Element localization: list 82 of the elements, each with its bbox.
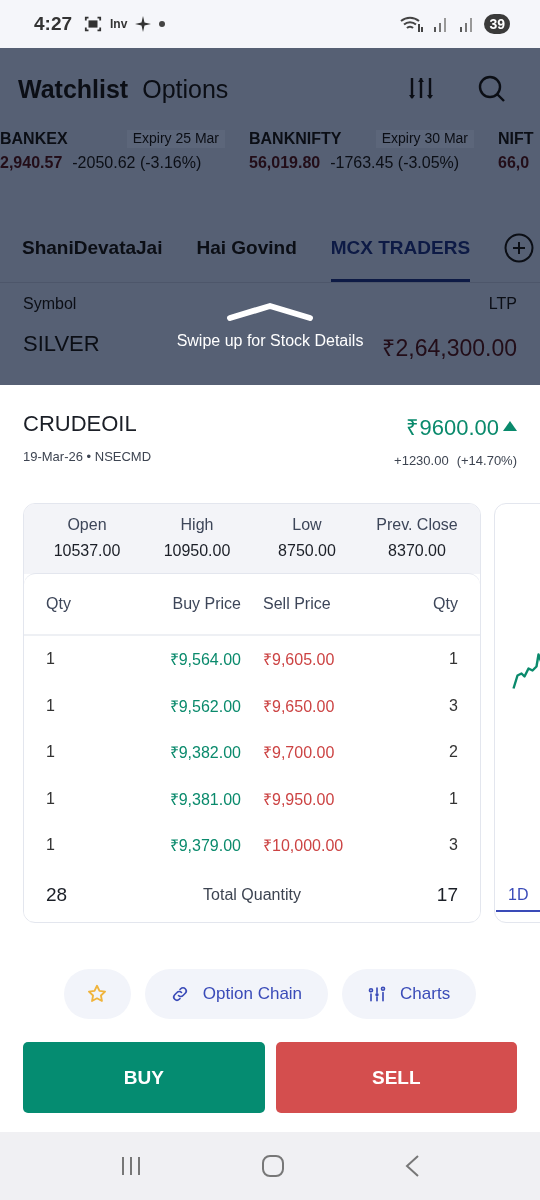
wifi-icon (400, 15, 425, 33)
sell-price: ₹10,000.00 (263, 836, 345, 857)
expiry-exchange: 19-Mar-26 • NSECMD (23, 449, 152, 464)
expiry-label: Expiry 25 Mar (126, 130, 225, 148)
app-notification: Inv (110, 17, 128, 31)
swipe-hint: Swipe up for Stock Details (176, 332, 364, 350)
table-cell-text: 1 (46, 836, 56, 855)
ticker-price: 2,940.57 (0, 154, 63, 172)
stat-value: 10537.00 (53, 542, 121, 560)
sparkle-icon (135, 16, 152, 32)
buy-price: ₹9,564.00 (168, 650, 241, 671)
column-header: Sell Price (263, 595, 332, 613)
buy-price: ₹9,382.00 (168, 743, 241, 764)
column-header: Qty (432, 595, 458, 613)
recents-icon[interactable] (119, 1155, 142, 1177)
last-price: ₹2,64,300.00 (382, 334, 517, 363)
header-tab[interactable]: Watchlist (18, 74, 129, 104)
table-cell-text: 3 (448, 696, 458, 715)
total-label: Total Quantity (202, 885, 302, 904)
stat-label: Prev. Close (376, 516, 458, 534)
search-icon[interactable] (478, 75, 506, 103)
ticker-price: 66,0 (498, 154, 530, 172)
stat-value: 8750.00 (278, 542, 336, 560)
star-icon (86, 983, 109, 1005)
chevron-up-icon (226, 302, 314, 322)
table-cell-text: 3 (448, 836, 458, 855)
percent-change: (+14.70%) (456, 453, 517, 468)
option-chain-button[interactable]: Option Chain (144, 969, 329, 1019)
battery-level: 39 (484, 14, 510, 34)
total-buy-qty: 28 (46, 883, 69, 906)
list-tab[interactable]: Hai Govind (196, 214, 297, 282)
sliders-icon (368, 985, 387, 1003)
current-price: ₹9600.00 (406, 414, 499, 441)
instrument-name: CRUDEOIL (23, 411, 138, 437)
column-header: Buy Price (171, 595, 241, 613)
column-header: LTP (488, 295, 517, 313)
sell-price: ₹9,605.00 (263, 650, 336, 671)
list-tab[interactable]: ShaniDevataJai (22, 214, 163, 282)
column-header: Qty (46, 595, 72, 613)
add-icon[interactable] (504, 233, 535, 263)
ticker-change: -2050.62 (-3.16%) (72, 154, 202, 172)
table-cell-text: 2 (448, 743, 458, 762)
charts-button[interactable]: Charts (342, 969, 477, 1019)
buy-price: ₹9,562.00 (168, 696, 241, 717)
column-header: Symbol (23, 295, 77, 313)
table-cell-text: 1 (46, 696, 56, 715)
total-sell-qty: 17 (435, 883, 458, 906)
stat-value: 10950.00 (163, 542, 231, 560)
buy-price: ₹9,381.00 (168, 789, 241, 810)
sell-price: ₹9,950.00 (263, 789, 336, 810)
table-cell-text: 1 (46, 789, 56, 808)
dot-icon (159, 21, 166, 27)
range-tab[interactable]: 1D (496, 880, 540, 912)
home-icon[interactable] (261, 1154, 285, 1178)
watchlist-button[interactable] (63, 969, 131, 1019)
stat-value: 8370.00 (388, 542, 446, 560)
ticker-price: 56,019.80 (249, 154, 321, 172)
screenshot-icon (84, 15, 103, 33)
list-tab[interactable]: MCX TRADERS (330, 214, 471, 282)
buy-button[interactable]: BUY (23, 1042, 265, 1113)
stat-label: Open (67, 516, 107, 534)
sell-button[interactable]: SELL (275, 1042, 517, 1113)
buy-price: ₹9,379.00 (168, 836, 241, 857)
expiry-label: Expiry 30 Mar (375, 130, 474, 148)
stat-label: Low (292, 516, 322, 534)
table-cell-text: 1 (448, 650, 458, 669)
link-icon (170, 985, 189, 1003)
ticker-symbol: BANKNIFTY (249, 130, 342, 148)
header-tab[interactable]: Options (142, 74, 229, 104)
stat-label: High (180, 516, 214, 534)
symbol-name: SILVER (23, 331, 100, 358)
price-change: +1230.00 (394, 453, 449, 468)
table-cell-text: 1 (46, 743, 56, 762)
ticker-symbol: BANKEX (0, 130, 68, 148)
table-cell-text: 1 (448, 789, 458, 808)
table-cell-text: 1 (46, 650, 56, 669)
sell-price: ₹9,650.00 (263, 696, 336, 717)
ticker-symbol: NIFT (498, 130, 534, 148)
sell-price: ₹9,700.00 (263, 743, 336, 764)
clock: 4:27 (34, 13, 73, 35)
back-icon[interactable] (404, 1154, 421, 1178)
ticker-change: -1763.45 (-3.05%) (330, 154, 460, 172)
